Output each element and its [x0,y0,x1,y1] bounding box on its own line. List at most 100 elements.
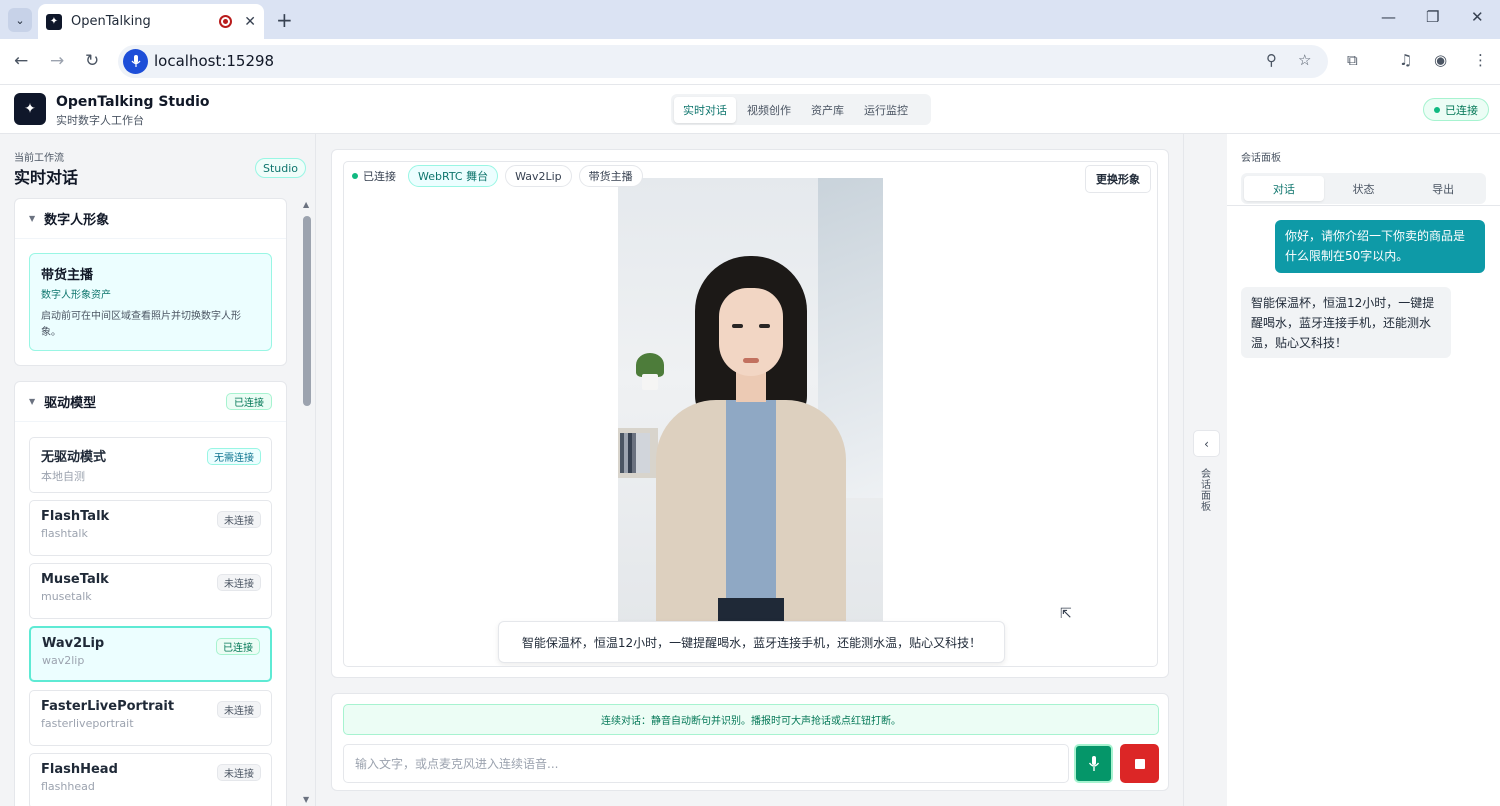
session-panel: 会话面板 对话 状态 导出 你好，请你介绍一下你卖的商品是什么限制在50字以内。… [1227,134,1500,806]
collapse-panel-button[interactable]: ‹ [1193,430,1220,457]
model-item-none[interactable]: 无驱动模式 本地自测 无需连接 [29,437,272,493]
extensions-icon[interactable]: ⧉ [1347,51,1358,69]
session-panel-title: 会话面板 [1241,153,1281,164]
driver-model-card: ▼ 驱动模型 已连接 无驱动模式 本地自测 无需连接 FlashTalk fla… [14,381,287,806]
avatar-video [618,178,883,622]
model-item-wav2lip[interactable]: Wav2Lip wav2lip 已连接 [29,626,272,682]
forward-arrow-icon[interactable]: → [50,51,64,71]
app-logo-icon: ✦ [14,93,46,125]
model-status-badge: 未连接 [217,764,261,781]
stage-panel: 已连接 WebRTC 舞台 Wav2Lip 带货主播 更换形象 智能保温杯，恒温… [331,149,1169,678]
message-input[interactable] [343,744,1069,783]
avatar-section-card: ▼ 数字人形象 带货主播 数字人形象资产 启动前可在中间区域查看照片并切换数字人… [14,198,287,366]
connection-status-badge: 已连接 [1423,98,1489,121]
main-nav: 实时对话 视频创作 资产库 运行监控 [671,94,931,125]
tab-chat[interactable]: 对话 [1244,176,1324,201]
app-title: OpenTalking Studio [56,94,210,110]
continuous-chat-hint: 连续对话：静音自动断句并识别。播报时可大声抢话或点红钮打断。 [343,704,1159,735]
zoom-icon[interactable]: ⚲ [1266,51,1277,69]
model-status-badge: 未连接 [217,701,261,718]
input-panel: 连续对话：静音自动断句并识别。播报时可大声抢话或点红钮打断。 [331,693,1169,791]
nav-tab-realtime-chat[interactable]: 实时对话 [674,96,736,123]
session-tabs: 对话 状态 导出 [1241,173,1486,204]
model-item-flashhead[interactable]: FlashHead flashhead 未连接 [29,753,272,806]
status-dot-icon [352,173,358,179]
bookmark-star-icon[interactable]: ☆ [1298,51,1311,69]
tab-export[interactable]: 导出 [1403,176,1483,201]
model-item-flashtalk[interactable]: FlashTalk flashtalk 未连接 [29,500,272,556]
subtitle-caption: 智能保温杯，恒温12小时，一键提醒喝水，蓝牙连接手机，还能测水温，贴心又科技！ [498,621,1005,663]
favicon-icon: ✦ [46,13,62,30]
restore-icon[interactable]: ❐ [1426,8,1439,26]
tab-close-icon[interactable]: ✕ [244,14,256,30]
profile-icon[interactable]: ◉ [1434,51,1447,69]
microphone-button[interactable] [1074,744,1113,783]
driver-model-title: 驱动模型 [44,396,97,411]
driver-status-badge: 已连接 [226,393,272,410]
tab-title: OpenTalking [71,14,151,29]
url-text: localhost:15298 [154,52,275,70]
model-status-badge: 已连接 [216,638,260,655]
avatar-item-desc: 启动前可在中间区域查看照片并切换数字人形象。 [41,311,241,338]
scroll-up-arrow-icon[interactable]: ▲ [303,200,309,209]
stage-connection-status: 已连接 [352,168,396,184]
driver-model-header[interactable]: ▼ 驱动模型 已连接 [15,382,286,422]
model-status-badge: 未连接 [217,574,261,591]
avatar-item-name: 带货主播 [41,268,94,283]
more-menu-icon[interactable]: ⋮ [1473,51,1488,69]
back-arrow-icon[interactable]: ← [14,51,28,71]
reload-icon[interactable]: ↻ [85,51,99,71]
window-close-icon[interactable]: ✕ [1471,8,1484,26]
nav-tab-monitoring[interactable]: 运行监控 [855,97,917,123]
avatar-section-title: 数字人形象 [44,213,110,228]
assistant-message-bubble: 智能保温杯，恒温12小时，一键提醒喝水，蓝牙连接手机，还能测水温，贴心又科技！ [1241,287,1451,358]
session-panel-rail: ‹ 会话面板 [1183,134,1226,806]
pill-driver-model: Wav2Lip [505,165,572,187]
change-avatar-button[interactable]: 更换形象 [1085,165,1151,193]
pill-avatar: 带货主播 [578,165,643,187]
pill-webrtc-stage: WebRTC 舞台 [408,165,499,187]
session-panel-rail-label: 会话面板 [1201,469,1211,513]
workflow-title: 实时对话 [14,168,79,187]
divider [1227,205,1500,206]
workflow-label: 当前工作流 [14,153,64,164]
app-header: ✦ OpenTalking Studio 实时数字人工作台 实时对话 视频创作 … [0,85,1500,134]
studio-badge: Studio [255,158,307,178]
sidebar-scrollbar[interactable]: ▲ ▼ [302,200,312,806]
left-sidebar: 当前工作流 实时对话 Studio ▼ 数字人形象 带货主播 数字人形象资产 启… [0,134,316,806]
browser-tabstrip: ⌄ ✦ OpenTalking ✕ + — ❐ ✕ [0,0,1500,39]
address-bar[interactable]: localhost:15298 ⚲ ☆ [118,45,1328,78]
model-status-badge: 未连接 [217,511,261,528]
browser-tab[interactable]: ✦ OpenTalking ✕ [38,4,264,39]
recording-icon [219,15,233,28]
avatar-item-sub: 数字人形象资产 [41,290,111,301]
avatar-section-header[interactable]: ▼ 数字人形象 [15,199,286,239]
stage-status-pills: 已连接 WebRTC 舞台 Wav2Lip 带货主播 [352,165,650,187]
scroll-down-arrow-icon[interactable]: ▼ [303,795,309,804]
tab-status[interactable]: 状态 [1324,176,1404,201]
tab-list-chevron-icon[interactable]: ⌄ [8,8,32,32]
minimize-icon[interactable]: — [1381,8,1396,26]
new-tab-plus-icon[interactable]: + [276,8,293,32]
microphone-icon [1088,755,1099,771]
model-item-musetalk[interactable]: MuseTalk musetalk 未连接 [29,563,272,619]
user-message-bubble: 你好，请你介绍一下你卖的商品是什么限制在50字以内。 [1275,220,1485,273]
mouse-cursor-icon: ⇱ [1060,606,1072,622]
avatar-item-selected[interactable]: 带货主播 数字人形象资产 启动前可在中间区域查看照片并切换数字人形象。 [29,253,272,351]
chevron-left-icon: ‹ [1204,436,1209,451]
nav-tab-video-creation[interactable]: 视频创作 [738,97,800,123]
model-status-badge: 无需连接 [207,448,261,465]
media-control-icon[interactable]: ♫ [1399,51,1412,69]
caret-down-icon: ▼ [29,214,36,223]
stop-button[interactable] [1120,744,1159,783]
stop-icon [1134,758,1145,769]
nav-tab-asset-library[interactable]: 资产库 [802,97,853,123]
model-item-fasterliveportrait[interactable]: FasterLivePortrait fasterliveportrait 未连… [29,690,272,746]
scrollbar-thumb[interactable] [303,216,311,406]
browser-toolbar: ← → ↻ localhost:15298 ⚲ ☆ ⧉ ♫ ◉ ⋮ [0,39,1500,85]
microphone-active-icon[interactable] [123,49,148,74]
caret-down-icon: ▼ [29,397,36,406]
status-dot-icon [1434,106,1440,113]
app-subtitle: 实时数字人工作台 [56,114,144,127]
webrtc-stage: 已连接 WebRTC 舞台 Wav2Lip 带货主播 更换形象 智能保温杯，恒温… [343,161,1158,667]
